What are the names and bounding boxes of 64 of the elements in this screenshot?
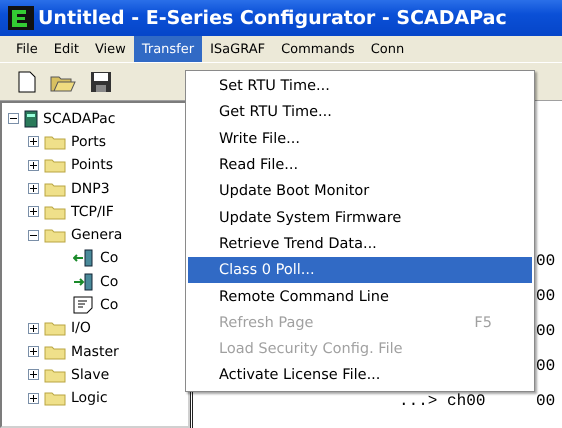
log-value: 00 <box>536 392 556 410</box>
menu-entry[interactable]: Read File... <box>188 152 532 178</box>
arrow-in-icon <box>73 249 95 268</box>
menu-item[interactable]: View <box>86 36 134 62</box>
arrow-out-icon <box>73 272 95 291</box>
save-icon[interactable] <box>90 70 112 92</box>
tree-item-label[interactable]: SCADAPac <box>43 110 116 127</box>
new-file-icon[interactable] <box>18 70 36 92</box>
log-value: 00 <box>536 356 556 374</box>
menu-entry[interactable]: Update Boot Monitor <box>188 178 532 204</box>
menu-item[interactable]: Transfer <box>134 36 202 62</box>
note-icon <box>73 296 95 314</box>
app-logo-icon <box>8 6 34 30</box>
collapse-icon[interactable] <box>28 230 39 241</box>
tree-item-label[interactable]: TCP/IF <box>71 204 114 220</box>
menu-entry[interactable]: Retrieve Trend Data... <box>188 230 532 258</box>
folder-icon <box>44 204 66 220</box>
log-value: 00 <box>536 252 556 270</box>
collapse-icon[interactable] <box>8 113 19 124</box>
menu-item[interactable]: Edit <box>46 36 87 62</box>
log-value: 00 <box>536 286 556 304</box>
tree-item-label[interactable]: Genera <box>71 227 122 244</box>
menu-item[interactable]: ISaGRAF <box>202 36 274 62</box>
folder-icon <box>44 390 66 406</box>
tree-item-label[interactable]: Co <box>100 274 118 290</box>
expand-icon[interactable] <box>28 160 39 171</box>
tree-item-label[interactable]: DNP3 <box>71 180 110 197</box>
menu-item[interactable]: Commands <box>273 36 363 62</box>
tree-item-label[interactable]: Ports <box>71 134 106 150</box>
log-value: 00 <box>536 322 556 340</box>
menu-entry[interactable]: Get RTU Time... <box>188 99 532 126</box>
menu-item[interactable]: File <box>8 36 46 62</box>
window-title: Untitled - E-Series Configurator - SCADAPac <box>38 7 507 29</box>
menu-entry[interactable]: Remote Command Line <box>188 283 532 310</box>
menu-entry[interactable]: Set RTU Time... <box>188 73 532 100</box>
tree-item-label[interactable]: Co <box>100 250 118 266</box>
tree-item-label[interactable]: Master <box>71 344 119 360</box>
tree-item-label[interactable]: Points <box>71 157 114 174</box>
menu-entry[interactable]: Class 0 Poll... <box>188 257 532 284</box>
menu-entry[interactable]: Activate License File... <box>188 362 532 389</box>
folder-icon <box>44 344 66 360</box>
tree-item-label[interactable]: Slave <box>71 366 110 383</box>
tree-item-label[interactable]: Logic <box>71 390 108 406</box>
menu-entry[interactable]: Update System Firmware <box>188 204 532 231</box>
log-prompt: ...> ch00 <box>399 392 486 410</box>
folder-icon <box>44 366 66 383</box>
expand-icon[interactable] <box>28 392 39 404</box>
expand-icon[interactable] <box>28 322 39 334</box>
tree-item-label[interactable]: I/O <box>71 320 91 336</box>
expand-icon[interactable] <box>28 136 39 148</box>
rtu-icon <box>24 110 38 128</box>
folder-icon <box>44 227 66 244</box>
folder-icon <box>44 320 66 336</box>
folder-icon <box>44 157 66 174</box>
expand-icon[interactable] <box>28 206 39 218</box>
expand-icon[interactable] <box>28 183 39 194</box>
expand-icon[interactable] <box>28 346 39 358</box>
menu-entry[interactable]: Write File... <box>188 126 532 152</box>
menu-item[interactable]: Conn <box>362 36 412 62</box>
folder-icon <box>44 180 66 197</box>
shortcut-label: F5 <box>474 314 492 331</box>
expand-icon[interactable] <box>28 369 39 380</box>
folder-icon <box>44 134 66 150</box>
tree-item-label[interactable]: Co <box>100 297 118 314</box>
